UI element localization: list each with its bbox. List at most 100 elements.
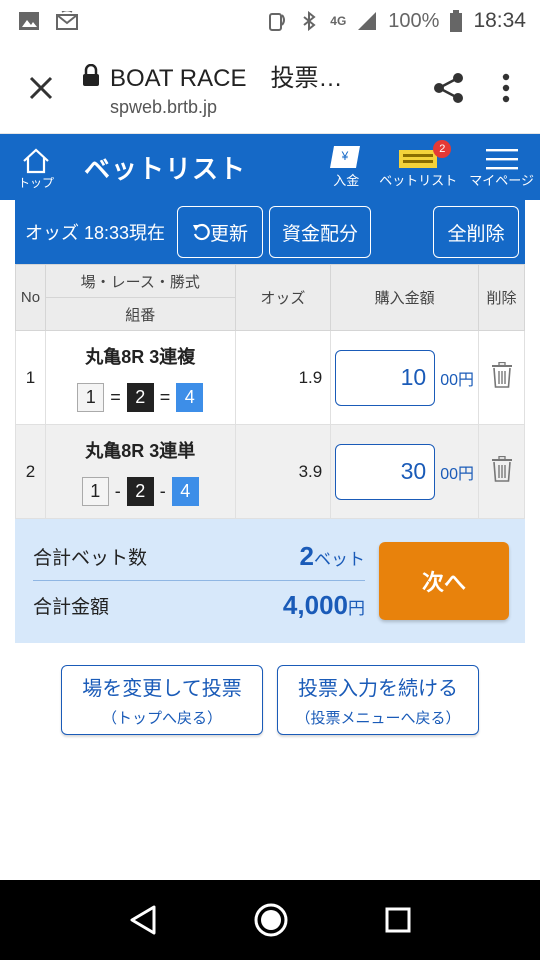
- app-header: トップ ベットリスト ¥ 入金 2 ベットリスト マイページ: [0, 134, 540, 200]
- combo-separator: =: [110, 387, 121, 407]
- nav-betlist-label: ベットリスト: [379, 173, 458, 188]
- battery-percent: 100%: [388, 9, 440, 32]
- odds-value: 3.9: [234, 424, 332, 519]
- back-icon[interactable]: [128, 904, 158, 936]
- hamburger-icon: [485, 149, 518, 170]
- delete-cell: [478, 424, 525, 519]
- race-cell: 丸亀8R 3連複 1 = 2 = 4: [44, 330, 236, 425]
- trash-icon[interactable]: [491, 455, 513, 482]
- system-nav-bar: [0, 880, 540, 960]
- bet-table: No 場・レース・勝式 オッズ 購入金額 削除 組番 1 丸亀8R 3連複 1 …: [15, 264, 525, 519]
- total-bets-label: 合計ベット数: [33, 548, 148, 569]
- header-title: ベットリスト: [84, 153, 247, 184]
- header-no: No: [15, 264, 46, 331]
- nav-betlist[interactable]: 2 ベットリスト: [373, 134, 463, 200]
- combo-separator: -: [114, 481, 121, 501]
- amount-unit: 00円: [440, 371, 475, 389]
- boat-number: 4: [176, 383, 204, 412]
- close-icon: [29, 76, 53, 99]
- nav-mypage[interactable]: マイページ: [463, 134, 540, 200]
- delete-all-button[interactable]: 全削除: [433, 206, 519, 258]
- continue-betting-sublabel: （投票メニューへ戻る）: [295, 710, 461, 727]
- table-row: 2 丸亀8R 3連単 1 - 2 - 4 3.9 30 00円: [15, 424, 525, 519]
- total-amount-unit: 円: [348, 598, 365, 618]
- next-button[interactable]: 次へ: [379, 542, 509, 620]
- svg-text:¥: ¥: [341, 149, 349, 163]
- race-cell: 丸亀8R 3連単 1 - 2 - 4: [44, 424, 236, 519]
- gallery-icon: [19, 12, 39, 30]
- total-bets-row: 合計ベット数 2ベット: [33, 533, 365, 581]
- odds-timestamp: オッズ 18:33現在: [25, 223, 166, 243]
- header-amount: 購入金額: [330, 264, 480, 331]
- refresh-label: 更新: [210, 223, 249, 245]
- total-bets-unit: ベット: [314, 550, 365, 569]
- combination: 1 = 2 = 4: [46, 383, 235, 412]
- nav-deposit-label: 入金: [333, 173, 360, 188]
- boat-number: 1: [77, 383, 105, 412]
- boat-number: 2: [126, 477, 154, 506]
- bluetooth-icon: [303, 11, 316, 31]
- race-name: 丸亀8R 3連複: [85, 347, 196, 367]
- mail-icon: [56, 11, 78, 30]
- total-amount-label: 合計金額: [33, 596, 110, 618]
- battery-icon: [450, 10, 463, 32]
- boat-number: 1: [81, 477, 109, 506]
- page-title: BOAT RACE 投票…: [110, 64, 343, 92]
- amount-unit: 00円: [440, 465, 475, 483]
- amount-cell: 30 00円: [330, 424, 480, 519]
- continue-betting-button[interactable]: 投票入力を続ける （投票メニューへ戻る）: [277, 665, 479, 735]
- boat-number: 2: [126, 383, 154, 412]
- home-circle-icon[interactable]: [253, 902, 289, 938]
- amount-input[interactable]: 10: [335, 349, 436, 406]
- bet-summary: 合計ベット数 2ベット 合計金額 4,000円 次へ: [15, 519, 525, 643]
- table-row: 1 丸亀8R 3連複 1 = 2 = 4 1.9 10 00円: [15, 330, 525, 425]
- action-bar: オッズ 18:33現在 更新 資金配分 全削除: [15, 200, 525, 264]
- yen-receipt-icon: ¥: [330, 146, 361, 168]
- header-odds: オッズ: [234, 264, 332, 331]
- amount-cell: 10 00円: [330, 330, 480, 425]
- continue-betting-label: 投票入力を続ける: [298, 678, 458, 700]
- total-amount-row: 合計金額 4,000円: [33, 581, 365, 629]
- close-tab-button[interactable]: [0, 75, 82, 101]
- recents-icon[interactable]: [384, 906, 412, 934]
- refresh-button[interactable]: 更新: [177, 206, 264, 258]
- ticket-icon: [399, 150, 438, 168]
- network-label: 4G: [330, 14, 347, 28]
- amount-input[interactable]: 30: [335, 443, 436, 500]
- nav-home[interactable]: トップ: [0, 144, 72, 191]
- total-amount-value: 4,000: [282, 589, 348, 620]
- boat-number: 4: [171, 477, 199, 506]
- header-combo: 組番: [44, 297, 236, 331]
- nav-home-label: トップ: [17, 175, 54, 190]
- race-name: 丸亀8R 3連単: [85, 441, 196, 461]
- home-icon: [23, 148, 49, 173]
- combo-separator: =: [159, 387, 171, 407]
- delete-cell: [478, 330, 525, 425]
- change-venue-label: 場を変更して投票: [82, 678, 242, 700]
- signal-icon: [358, 12, 377, 30]
- change-venue-button[interactable]: 場を変更して投票 （トップへ戻る）: [61, 665, 263, 735]
- url-area[interactable]: BOAT RACE 投票… spweb.brtb.jp: [82, 58, 432, 118]
- nfc-icon: [269, 13, 286, 31]
- header-race: 場・レース・勝式: [44, 264, 236, 298]
- header-delete: 削除: [478, 264, 525, 331]
- clock: 18:34: [473, 9, 526, 32]
- share-icon[interactable]: [432, 71, 466, 105]
- trash-icon[interactable]: [491, 361, 513, 388]
- change-venue-sublabel: （トップへ戻る）: [101, 710, 222, 727]
- lock-icon: [83, 64, 99, 86]
- url-text: spweb.brtb.jp: [110, 96, 218, 117]
- nav-deposit[interactable]: ¥ 入金: [319, 134, 373, 200]
- more-menu-icon[interactable]: [502, 73, 510, 103]
- combination: 1 - 2 - 4: [46, 477, 235, 506]
- combo-separator: -: [159, 481, 166, 501]
- fund-allocation-button[interactable]: 資金配分: [269, 206, 372, 258]
- status-bar: 4G 100% 18:34: [0, 0, 540, 42]
- browser-toolbar: BOAT RACE 投票… spweb.brtb.jp: [0, 42, 540, 134]
- total-bets-value: 2: [299, 541, 314, 571]
- refresh-icon: [193, 223, 210, 241]
- row-no: 2: [15, 424, 46, 519]
- odds-value: 1.9: [234, 330, 332, 425]
- nav-mypage-label: マイページ: [469, 173, 534, 188]
- bottom-links: 場を変更して投票 （トップへ戻る） 投票入力を続ける （投票メニューへ戻る）: [0, 665, 540, 735]
